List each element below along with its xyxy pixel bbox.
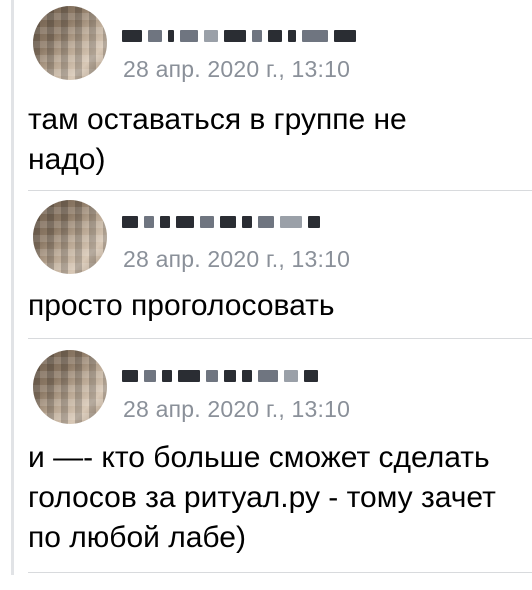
thread-line [11,0,14,575]
divider [28,572,532,573]
author-name-blurred[interactable] [122,26,356,46]
message-text: просто проголосовать [28,289,335,322]
author-name-blurred[interactable] [122,212,320,232]
message-text: и —- кто больше сможет сделать голосов з… [28,441,496,554]
divider [28,190,532,191]
avatar[interactable] [33,200,107,274]
avatar[interactable] [33,6,107,80]
message-timestamp: 28 апр. 2020 г., 13:10 [123,56,351,82]
message-text: там оставаться в группе не надо) [28,103,407,176]
avatar[interactable] [33,350,107,424]
message-timestamp: 28 апр. 2020 г., 13:10 [123,246,351,272]
divider [28,338,532,339]
message-timestamp: 28 апр. 2020 г., 13:10 [123,396,351,422]
author-name-blurred[interactable] [122,366,318,386]
